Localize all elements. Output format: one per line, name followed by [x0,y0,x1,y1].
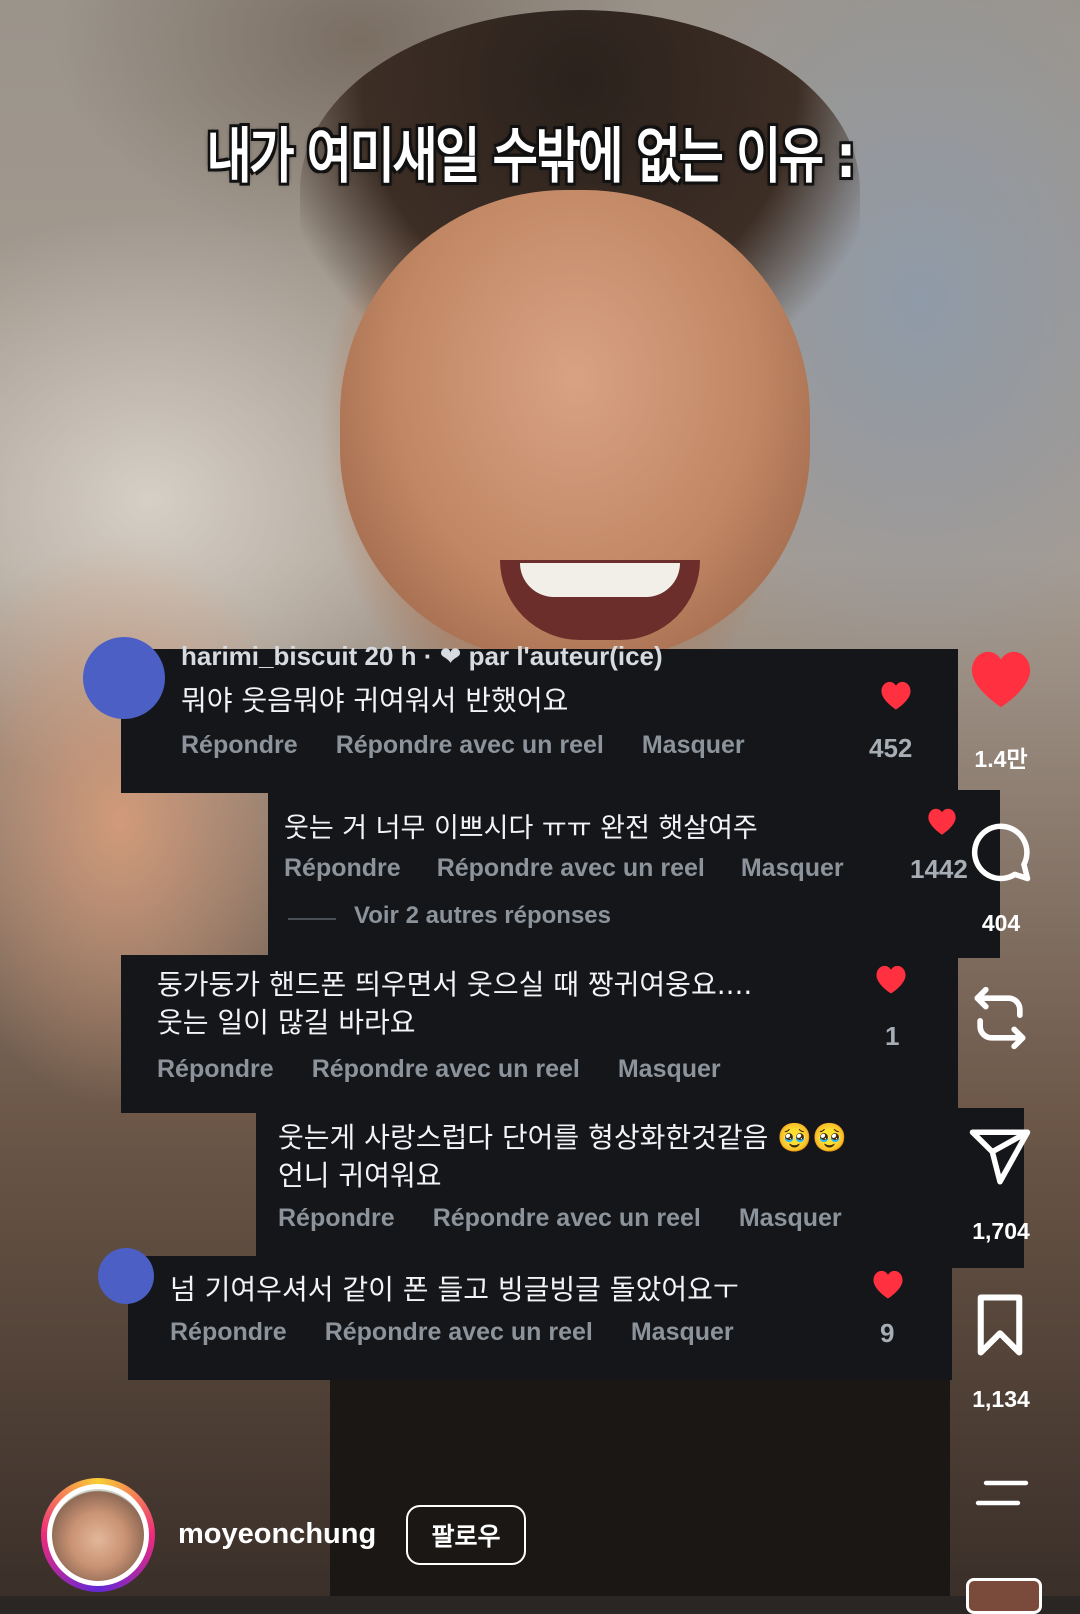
reply-button[interactable]: Répondre [278,1204,395,1233]
reply-with-reel-button[interactable]: Répondre avec un reel [433,1204,701,1233]
comment-actions: Répondre Répondre avec un reel Masquer [170,1318,734,1347]
reply-with-reel-button[interactable]: Répondre avec un reel [312,1055,580,1084]
username[interactable]: moyeonchung [178,1518,376,1551]
heart-icon[interactable] [870,1268,906,1300]
comment-actions: Répondre Répondre avec un reel Masquer [284,854,844,883]
save-count: 1,134 [972,1386,1030,1412]
audio-track-thumbnail[interactable] [966,1578,1042,1614]
heart-icon[interactable] [925,806,959,836]
comment-text: 웃는 거 너무 이쁘시다 ㅠㅠ 완전 햇살여주 [284,813,758,844]
reply-button[interactable]: Répondre [181,731,298,760]
comment-card-3: 둥가둥가 핸드폰 띄우면서 웃으실 때 짱귀여웅요.... 웃는 일이 많길 바… [121,955,958,1113]
comment-card-1: harimi_biscuit 20 h · ❤ par l'auteur(ice… [83,637,958,793]
comment-text: 뭐야 웃음뭐야 귀여워서 반했어요 [181,684,569,717]
comment-text-line-1: 웃는게 사랑스럽다 단어를 형상화한것같음 🥹🥹 [278,1121,848,1154]
reply-button[interactable]: Répondre [157,1055,274,1084]
comment-actions: Répondre Répondre avec un reel Masquer [157,1055,721,1084]
video-teeth [520,563,680,597]
share-send-icon[interactable] [966,1124,1034,1190]
hide-button[interactable]: Masquer [741,854,844,883]
video-caption: 내가 여미새일 수밖에 없는 이유 : [206,122,855,192]
like-count: 9 [880,1318,895,1348]
comment-text-line-2: 웃는 일이 많길 바라요 [157,1006,416,1039]
bookmark-icon[interactable] [970,1292,1030,1358]
comment-count: 404 [981,910,1021,936]
heart-icon[interactable] [878,679,914,711]
like-count: 1442 [910,854,968,884]
comment-card-4: 웃는게 사랑스럽다 단어를 형상화한것같음 🥹🥹 언니 귀여워요 Répondr… [256,1108,1024,1268]
heart-icon[interactable] [873,963,909,995]
commenter-avatar[interactable] [98,1248,154,1304]
like-count: 452 [869,733,913,763]
reply-with-reel-button[interactable]: Répondre avec un reel [437,854,705,883]
like-count: 1.4만 [974,746,1028,772]
comment-text: 넘 기여우셔서 같이 폰 들고 빙글빙글 돌았어요ㅜ [170,1273,739,1306]
repost-count: 1,704 [972,1218,1030,1244]
view-more-replies-button[interactable]: Voir 2 autres réponses [354,902,611,930]
reply-button[interactable]: Répondre [284,854,401,883]
avatar [52,1489,144,1581]
follow-button[interactable]: 팔로우 [406,1505,526,1565]
reply-button[interactable]: Répondre [170,1318,287,1347]
comment-card-2: 웃는 거 너무 이쁘시다 ㅠㅠ 완전 햇살여주 Répondre Répondr… [268,790,1000,958]
reply-with-reel-button[interactable]: Répondre avec un reel [325,1318,593,1347]
hide-button[interactable]: Masquer [642,731,745,760]
more-options-icon[interactable] [974,1478,1030,1508]
comment-bubble-icon[interactable] [966,818,1034,884]
comment-text-line-2: 언니 귀여워요 [278,1159,442,1192]
comment-actions: Répondre Répondre avec un reel Masquer [278,1204,842,1233]
comment-actions: Répondre Répondre avec un reel Masquer [181,731,745,760]
like-count: 1 [885,1021,900,1051]
commenter-avatar[interactable] [83,637,165,719]
repost-icon[interactable] [966,984,1034,1052]
hide-button[interactable]: Masquer [618,1055,721,1084]
comment-text-line-1: 둥가둥가 핸드폰 띄우면서 웃으실 때 짱귀여웅요.... [157,968,753,1001]
replies-divider [288,918,336,920]
comment-meta: harimi_biscuit 20 h · ❤ par l'auteur(ice… [181,641,663,671]
hide-button[interactable]: Masquer [631,1318,734,1347]
reply-with-reel-button[interactable]: Répondre avec un reel [336,731,604,760]
like-heart-icon[interactable] [965,646,1037,710]
profile-avatar-ring[interactable] [41,1478,155,1592]
comment-card-5: 넘 기여우셔서 같이 폰 들고 빙글빙글 돌았어요ㅜ Répondre Répo… [98,1248,952,1380]
hide-button[interactable]: Masquer [739,1204,842,1233]
